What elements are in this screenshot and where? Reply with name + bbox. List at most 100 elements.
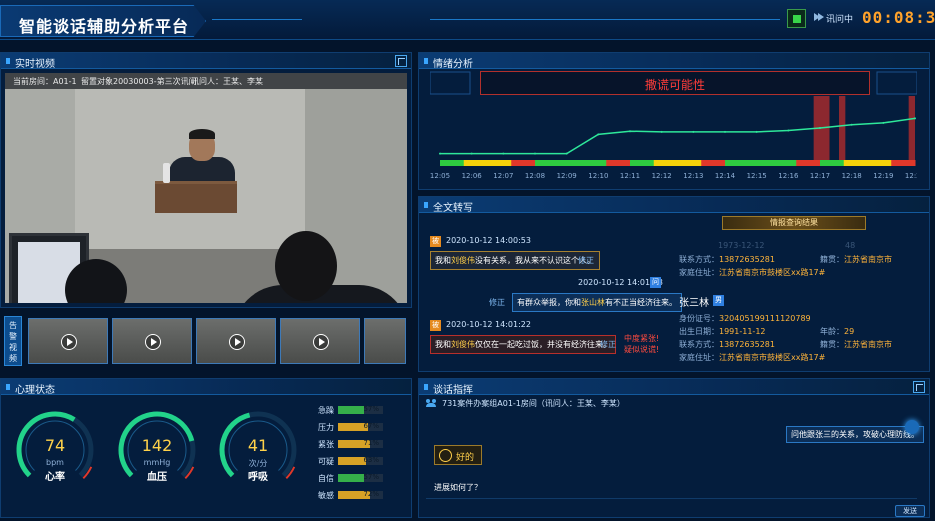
- alert-video-thumb[interactable]: [280, 318, 360, 364]
- emotion-status-segment: [835, 160, 845, 166]
- header-divider: [430, 19, 780, 20]
- emotion-status-segment: [748, 160, 758, 166]
- emotion-status-segment: [463, 160, 473, 166]
- message-text: 我和: [435, 256, 451, 265]
- emotion-status-segment: [867, 160, 876, 166]
- psych-bar-label: 急躁: [318, 406, 334, 415]
- time-tick-label: 12:17: [810, 172, 830, 180]
- intel-card-title: 情报查询结果: [722, 216, 866, 230]
- emotion-status-segment: [503, 160, 512, 166]
- info-value: 江苏省南京市: [844, 340, 892, 349]
- info-value: 29: [844, 327, 855, 336]
- transcript-panel-header: 全文转写: [419, 197, 929, 214]
- fix-link[interactable]: 修正: [489, 297, 505, 308]
- emotion-status-segment: [542, 160, 552, 166]
- psych-bar: 57%: [338, 405, 383, 414]
- live-video[interactable]: 当前房间：A01-1 留置对象20030003-第三次讯问 讯问人：王某、李某 …: [5, 73, 407, 303]
- emotion-status-segment: [574, 160, 583, 166]
- emotion-status-segment: [772, 160, 781, 166]
- message-bubble: 我和刘俊伟仅仅在一起吃过饭，并没有经济往来。: [430, 335, 616, 354]
- message-name: 刘俊伟: [451, 340, 475, 349]
- info-label: 出生日期：: [679, 327, 719, 336]
- emotion-status-segment: [527, 160, 536, 166]
- time-tick-label: 12:14: [715, 172, 736, 180]
- time-tick-label: 12:18: [842, 172, 862, 180]
- gauge-label: 心率: [45, 472, 65, 483]
- time-tick-label: 12:06: [462, 172, 483, 180]
- emotion-status-segment: [455, 160, 465, 166]
- speaker-avatar: 问: [650, 277, 661, 288]
- play-icon: [818, 13, 824, 21]
- info-value: 1991-11-12: [719, 327, 766, 336]
- alert-video-thumb[interactable]: [112, 318, 192, 364]
- psych-bar-label: 紧张: [318, 440, 334, 449]
- info-label: 家庭住址：: [679, 353, 719, 362]
- status-text: 讯问中: [826, 15, 854, 25]
- emotion-status-segment: [471, 160, 481, 166]
- emotion-status-segment: [701, 160, 710, 166]
- speaker-avatar: 被: [430, 320, 441, 331]
- ok-reply-button[interactable]: 好的: [434, 445, 482, 465]
- time-tick-label: 12:08: [525, 172, 545, 180]
- message-name: 张山林: [581, 298, 605, 307]
- gauge-unit: mmHg: [143, 458, 171, 467]
- lie-likelihood-point: [914, 117, 916, 120]
- emotion-status-segment: [693, 160, 702, 166]
- fullscreen-icon[interactable]: [913, 381, 925, 393]
- emotion-status-segment: [440, 160, 449, 166]
- emotion-status-segment: [582, 160, 591, 166]
- emotion-status-segment: [487, 160, 496, 166]
- time-tick-label: 12:16: [778, 172, 799, 180]
- info-address: 家庭住址：江苏省南京市鼓楼区xx路17#: [679, 267, 825, 278]
- emotion-status-segment: [764, 160, 773, 166]
- psych-bar-percent: 57%: [363, 473, 379, 481]
- reply-input[interactable]: 进展如何了？: [434, 482, 482, 493]
- faded-age: 48: [845, 241, 856, 250]
- emotion-status-segment: [590, 160, 599, 166]
- emotion-status-segment: [598, 160, 607, 166]
- emotion-status-segment: [645, 160, 655, 166]
- emotion-status-segment: [851, 160, 861, 166]
- emotion-status-segment: [717, 160, 726, 166]
- emotion-status-segment: [535, 160, 544, 166]
- info-age: 年龄：29: [820, 326, 854, 337]
- alert-video-thumb[interactable]: [28, 318, 108, 364]
- info-birth: 出生日期：1991-11-12: [679, 326, 766, 337]
- microphone-icon[interactable]: [905, 420, 919, 434]
- psych-bar: 67%: [338, 422, 383, 431]
- corner-decoration: [876, 71, 917, 95]
- emotion-status-segment: [732, 160, 742, 166]
- fix-link[interactable]: 修正: [600, 339, 616, 350]
- emotion-status-segment: [669, 160, 678, 166]
- psych-bar-fill: [338, 457, 367, 465]
- emotion-status-segment: [875, 160, 884, 166]
- emotion-status-segment: [756, 160, 766, 166]
- alert-video-thumb[interactable]: [364, 318, 406, 364]
- fullscreen-icon[interactable]: [395, 55, 407, 67]
- alert-video-thumb[interactable]: [196, 318, 276, 364]
- time-tick-label: 12:09: [557, 172, 577, 180]
- info-label: 联系方式：: [679, 255, 719, 264]
- lie-likelihood-point: [787, 129, 790, 132]
- record-icon: [793, 15, 801, 23]
- psych-bar-fill: [338, 406, 364, 414]
- time-tick-label: 12:20: [905, 172, 917, 180]
- time-tick-label: 12:15: [747, 172, 767, 180]
- send-button[interactable]: 发送: [895, 505, 925, 517]
- fix-link[interactable]: 修正: [578, 255, 594, 266]
- lie-likelihood-point: [534, 152, 536, 155]
- lie-highlight-band: [908, 96, 915, 160]
- emotion-status-segment: [827, 160, 837, 166]
- info-label: 籍贯：: [820, 255, 844, 264]
- lie-likelihood-point: [597, 133, 600, 136]
- person-name: 张三林: [679, 298, 709, 309]
- message-text: 我和: [435, 340, 451, 349]
- emotion-status-segment: [637, 160, 647, 166]
- emotion-chart: 12:05 12:06 12:07 12:08 12:09 12:10 12:11 12:12…: [430, 71, 917, 180]
- gauge-label: 血压: [147, 472, 167, 483]
- lie-likelihood-point: [819, 127, 821, 129]
- header-divider: [212, 19, 302, 20]
- video-scene: [163, 163, 170, 183]
- emotion-status-segment: [859, 160, 868, 166]
- record-button[interactable]: [787, 9, 806, 28]
